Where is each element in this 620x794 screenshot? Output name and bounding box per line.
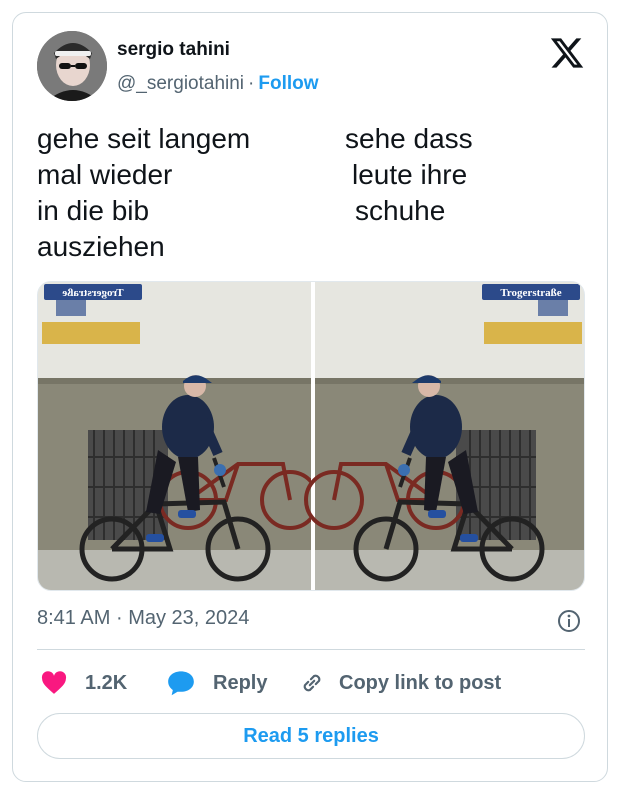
tweet-line: schuhe <box>355 195 446 226</box>
street-sign-left: Trogerstraße <box>62 287 123 299</box>
timestamp-separator: · <box>115 607 123 629</box>
divider <box>37 649 585 650</box>
reply-bubble-icon <box>168 671 194 696</box>
read-replies-button[interactable]: Read 5 replies <box>37 713 585 759</box>
reply-label: Reply <box>213 671 268 694</box>
photo-left-panel: Trogerstraße <box>38 282 320 590</box>
copy-link-label: Copy link to post <box>339 671 502 694</box>
tweet-timestamp[interactable]: 8:41 AM · May 23, 2024 <box>37 607 249 630</box>
photo-right-panel: Trogerstraße <box>304 282 584 590</box>
author-name[interactable]: sergio tahini <box>117 39 230 61</box>
tweet-date[interactable]: May 23, 2024 <box>128 607 249 629</box>
info-icon[interactable] <box>557 609 581 633</box>
tweet-line: sehe dass <box>345 123 473 154</box>
x-logo-icon[interactable] <box>549 35 585 71</box>
tweet-line: gehe seit langem <box>37 123 251 154</box>
author-handle-row: @_sergiotahini · Follow <box>117 73 319 95</box>
link-icon <box>303 674 321 692</box>
author-handle[interactable]: @_sergiotahini <box>117 73 244 94</box>
copy-link-button[interactable]: Copy link to post <box>299 667 501 699</box>
follow-button[interactable]: Follow <box>258 73 318 94</box>
tweet-text-right: sehe dass leute ihre schuhe <box>345 121 473 229</box>
tweet-line: ausziehen <box>37 231 165 262</box>
avatar[interactable] <box>37 31 107 101</box>
heart-icon <box>41 671 67 694</box>
like-button[interactable]: 1.2K <box>41 667 127 699</box>
tweet-photo[interactable]: Trogerstraße Trogerstraße <box>37 281 585 591</box>
street-sign-right: Trogerstraße <box>500 287 561 299</box>
tweet-line: in die bib <box>37 195 150 226</box>
like-count: 1.2K <box>85 671 128 694</box>
tweet-line: mal wieder <box>37 159 173 190</box>
tweet-card: sergio tahini @_sergiotahini · Follow gehe… <box>12 12 608 782</box>
reply-button[interactable]: Reply <box>167 667 267 699</box>
tweet-time[interactable]: 8:41 AM <box>37 607 110 629</box>
handle-separator: · <box>248 73 255 94</box>
tweet-text-left: gehe seit langem mal wieder in die bib a… <box>37 121 250 265</box>
tweet-line: leute ihre <box>352 159 468 190</box>
